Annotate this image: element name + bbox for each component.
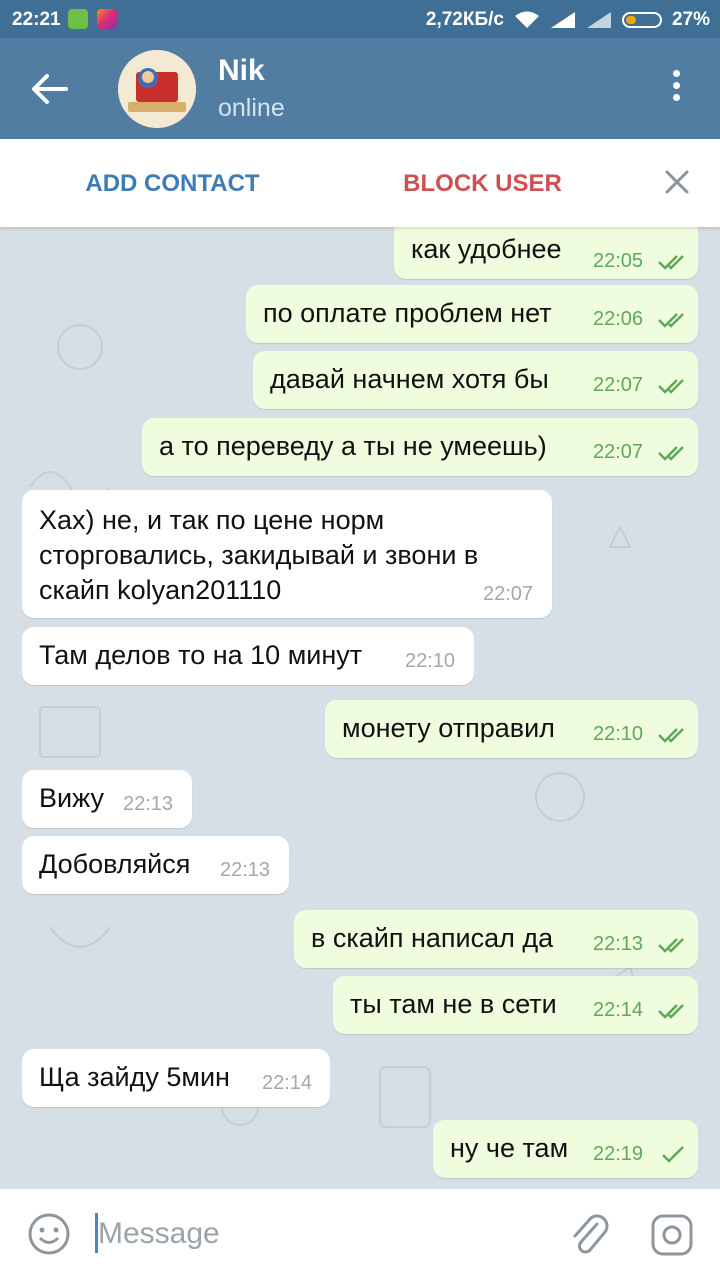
message-outgoing[interactable]: ты там не в сети 22:14 [333, 976, 698, 1034]
message-text: Там делов то на 10 минут [39, 640, 363, 670]
contact-name[interactable]: Nik [218, 54, 265, 88]
message-incoming[interactable]: Добовляйся 22:13 [22, 836, 289, 894]
message-time: 22:07 [593, 374, 644, 396]
message-text: как удобнее [411, 234, 562, 264]
double-check-icon [658, 728, 684, 743]
message-outgoing[interactable]: в скайп написал да 22:13 [294, 910, 698, 968]
message-text: монету отправил [342, 713, 555, 743]
message-text: ты там не в сети [350, 989, 557, 1019]
message-incoming[interactable]: Вижу 22:13 [22, 770, 192, 828]
message-time: 22:10 [405, 650, 456, 672]
message-time: 22:10 [593, 723, 644, 745]
more-vert-icon[interactable] [664, 66, 688, 110]
message-text: Ща зайду 5мин [39, 1062, 230, 1092]
message-composer: Message [0, 1189, 720, 1280]
message-incoming[interactable]: Хах) не, и так по цене норм сторговались… [22, 490, 552, 618]
battery-percent: 27% [671, 9, 710, 30]
message-text: а то переведу а ты не умеешь) [159, 431, 547, 461]
signal-icon-2 [586, 12, 611, 28]
message-outgoing[interactable]: а то переведу а ты не умеешь) 22:07 [142, 418, 698, 476]
double-check-icon [658, 313, 684, 328]
double-check-icon [658, 1004, 684, 1019]
message-incoming[interactable]: Ща зайду 5мин 22:14 [22, 1049, 330, 1107]
chat-header: Nik online [0, 38, 720, 139]
message-time: 22:13 [123, 793, 174, 815]
message-text: ну че там [450, 1133, 569, 1163]
message-time: 22:14 [262, 1072, 313, 1094]
emoji-icon[interactable] [27, 1212, 71, 1256]
add-contact-button[interactable]: ADD CONTACT [0, 170, 345, 198]
message-time: 22:14 [593, 999, 644, 1021]
message-text-line: скайп kolyan201110 [39, 575, 282, 605]
wifi-icon [514, 11, 539, 28]
message-outgoing[interactable]: ну че там 22:19 [433, 1120, 698, 1178]
message-outgoing[interactable]: как удобнее 22:05 [394, 227, 698, 279]
message-input[interactable]: Message [98, 1217, 220, 1251]
double-check-icon [658, 446, 684, 461]
message-text: в скайп написал да [311, 923, 554, 953]
message-time: 22:13 [593, 933, 644, 955]
attach-icon[interactable] [567, 1210, 611, 1258]
instagram-notification-icon [97, 9, 117, 29]
contact-action-bar: ADD CONTACT BLOCK USER [0, 139, 720, 227]
android-notification-icon [68, 9, 88, 29]
back-arrow-icon[interactable] [30, 71, 70, 107]
message-text-line: Хах) не, и так по цене норм [39, 505, 385, 535]
message-time: 22:05 [593, 250, 644, 272]
message-text: Вижу [39, 783, 104, 813]
message-text: Добовляйся [39, 849, 191, 879]
avatar[interactable] [118, 50, 196, 128]
status-time: 22:21 [12, 9, 61, 30]
message-outgoing[interactable]: давай начнем хотя бы 22:07 [253, 351, 698, 409]
message-time: 22:07 [593, 441, 644, 463]
double-check-icon [658, 255, 684, 270]
camera-icon[interactable] [650, 1213, 694, 1257]
message-time: 22:19 [593, 1143, 644, 1165]
message-text: давай начнем хотя бы [270, 364, 549, 394]
message-outgoing[interactable]: монету отправил 22:10 [325, 700, 698, 758]
message-outgoing[interactable]: по оплате проблем нет 22:06 [246, 285, 698, 343]
message-time: 22:06 [593, 308, 644, 330]
double-check-icon [658, 379, 684, 394]
message-time: 22:13 [220, 859, 271, 881]
message-text-line: сторговались, закидывай и звони в [39, 540, 479, 570]
contact-status: online [218, 94, 285, 122]
close-icon[interactable] [664, 169, 690, 195]
signal-icon [550, 12, 575, 28]
chat-messages[interactable]: как удобнее 22:05 по оплате проблем нет … [0, 227, 720, 1189]
double-check-icon [658, 938, 684, 953]
message-time: 22:07 [483, 583, 534, 605]
status-bar: 22:21 2,72КБ/с 27% [0, 0, 720, 38]
block-user-button[interactable]: BLOCK USER [310, 170, 655, 198]
message-incoming[interactable]: Там делов то на 10 минут 22:10 [22, 627, 474, 685]
message-text: по оплате проблем нет [263, 298, 552, 328]
battery-icon [621, 12, 662, 28]
network-speed: 2,72КБ/с [425, 9, 504, 30]
single-check-icon [662, 1146, 684, 1163]
